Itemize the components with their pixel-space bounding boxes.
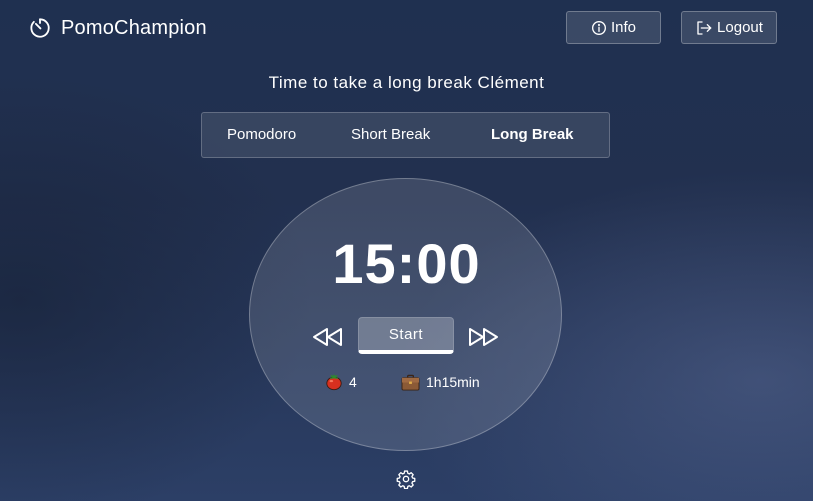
work-time: 1h15min	[401, 372, 480, 392]
work-time-value: 1h15min	[426, 374, 480, 390]
info-label: Info	[610, 19, 637, 36]
start-button[interactable]: Start	[358, 317, 454, 354]
tomato-icon	[325, 373, 343, 391]
briefcase-icon	[401, 374, 420, 391]
logout-button[interactable]: Logout	[681, 11, 777, 44]
app-brand[interactable]: PomoChampion	[29, 14, 207, 42]
tab-long-break[interactable]: Long Break	[491, 113, 574, 157]
timer-icon	[29, 17, 51, 39]
logout-icon	[695, 20, 713, 36]
gear-icon[interactable]	[396, 469, 416, 489]
info-button[interactable]: Info	[566, 11, 661, 44]
timer-display: 15:00	[332, 232, 481, 295]
tab-pomodoro[interactable]: Pomodoro	[227, 113, 296, 157]
info-icon	[591, 20, 607, 36]
tab-short-break[interactable]: Short Break	[351, 113, 430, 157]
pomodoro-count-value: 4	[349, 374, 357, 390]
mode-tabs: Pomodoro Short Break Long Break	[201, 112, 610, 158]
skip-forward-icon[interactable]	[466, 325, 500, 349]
pomodoro-count: 4	[325, 372, 357, 392]
logout-label: Logout	[717, 19, 763, 36]
skip-back-icon[interactable]	[311, 325, 345, 349]
app-name: PomoChampion	[61, 16, 207, 39]
timer-panel	[249, 178, 562, 451]
greeting-message: Time to take a long break Clément	[268, 73, 545, 92]
